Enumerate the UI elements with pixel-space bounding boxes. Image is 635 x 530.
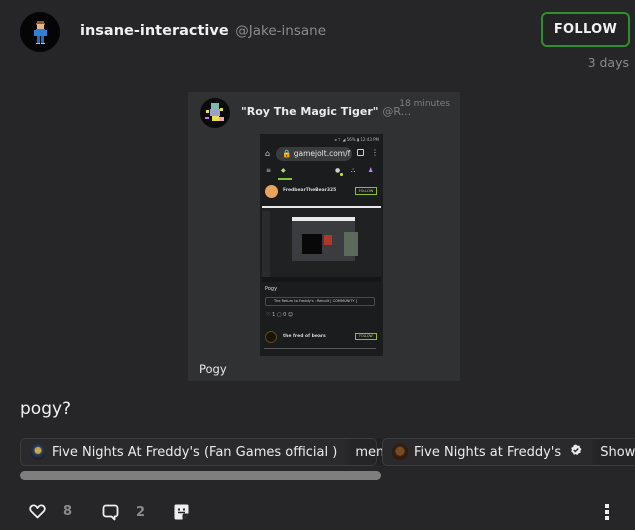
phone-post-user: FredbearTheBear325 FOLLOW xyxy=(264,185,379,201)
post-actions: 8 2 xyxy=(0,496,635,526)
sticker-icon xyxy=(174,504,189,520)
like-button[interactable]: 8 xyxy=(29,504,72,519)
user-avatar-icon: ♟ xyxy=(368,167,374,174)
phone-post-image xyxy=(262,206,381,282)
like-count[interactable]: 8 xyxy=(63,504,72,519)
sticker-button[interactable] xyxy=(173,503,190,521)
desktop-sidebar xyxy=(262,211,270,281)
phone-url-bar: ⌂ 🔒 gamejolt.com/f ⋮ xyxy=(263,146,380,162)
phone-user2-name: the fred of bears xyxy=(283,334,326,339)
phone-next-post-user: the fred of bears FOLLOW xyxy=(264,331,379,347)
phone-user-name: FredbearTheBear325 xyxy=(283,188,337,193)
community-chip[interactable]: Five Nights at Freddy's Show & xyxy=(382,438,635,466)
phone-url-text: gamejolt.com/f xyxy=(293,149,351,158)
home-icon: ⌂ xyxy=(265,149,271,158)
community-name[interactable]: Five Nights At Freddy's (Fan Games offic… xyxy=(52,445,343,460)
phone-nav-row: ≡ ◆ ● ⛬ ♟ xyxy=(260,164,383,180)
comment-count[interactable]: 2 xyxy=(136,505,145,520)
phone-screenshot: ◂ ⊤ ◢ 56% ▮ 12:43 PM ⌂ 🔒 gamejolt.com/f … xyxy=(260,134,383,356)
phone-community-tag: The Return to Freddy's : Rebuilt [ COMMU… xyxy=(265,297,375,306)
pixel-character-icon xyxy=(34,21,47,44)
desktop-thumbnail xyxy=(324,235,332,245)
desktop-video xyxy=(302,234,322,254)
community-chip[interactable]: Five Nights At Freddy's (Fan Games offic… xyxy=(20,438,412,466)
post-text: pogy? xyxy=(20,399,72,419)
quoted-author: "Roy The Magic Tiger" @R... xyxy=(241,105,411,118)
notification-dot xyxy=(340,173,343,176)
phone-follow-button-2: FOLLOW xyxy=(355,333,377,340)
chips-scrollbar[interactable] xyxy=(20,471,381,480)
phone-divider xyxy=(264,348,376,349)
menu-icon: ≡ xyxy=(266,167,272,174)
media-caption: Pogy xyxy=(199,362,227,376)
post-timestamp[interactable]: 3 days xyxy=(588,55,629,70)
comment-button[interactable]: 2 xyxy=(102,504,145,521)
author-avatar[interactable] xyxy=(20,12,60,52)
phone-follow-button: FOLLOW xyxy=(355,187,377,195)
more-vertical-icon xyxy=(605,504,609,520)
quoted-time: 18 minutes xyxy=(399,99,450,109)
quoted-author-avatar xyxy=(200,98,230,128)
heart-icon xyxy=(29,504,46,519)
more-options-button[interactable] xyxy=(604,503,610,521)
fnaf-fangames-community-icon xyxy=(30,444,46,460)
tiger-character-icon xyxy=(205,103,224,121)
browser-menu-icon: ⋮ xyxy=(371,148,379,157)
community-name-text: Five Nights at Freddy's xyxy=(414,445,562,460)
verified-icon xyxy=(570,444,582,456)
friends-icon: ⛬ xyxy=(351,167,356,174)
phone-url: 🔒 gamejolt.com/f xyxy=(276,147,352,161)
gamejolt-icon: ◆ xyxy=(281,167,286,174)
post-media-image[interactable]: "Roy The Magic Tiger" @R... 18 minutes ◂… xyxy=(188,92,460,381)
follow-button[interactable]: FOLLOW xyxy=(541,12,630,47)
community-name[interactable]: Five Nights at Freddy's xyxy=(414,444,588,460)
active-tab-underline xyxy=(278,178,292,180)
author-handle[interactable]: @Jake-insane xyxy=(235,23,326,39)
comment-icon xyxy=(102,504,119,521)
quoted-author-name: "Roy The Magic Tiger" xyxy=(241,105,379,118)
author-line[interactable]: insane-interactive @Jake-insane xyxy=(80,23,326,39)
community-chips[interactable]: Five Nights At Freddy's (Fan Games offic… xyxy=(20,438,635,467)
phone-post-text: Pogy xyxy=(265,286,278,292)
community-channel[interactable]: Show & xyxy=(588,439,635,465)
desktop-tiles xyxy=(344,232,358,256)
author-display-name[interactable]: insane-interactive xyxy=(80,23,229,39)
post-card: insane-interactive @Jake-insane FOLLOW 3… xyxy=(0,0,635,530)
fnaf-community-icon xyxy=(392,444,408,460)
tabs-icon xyxy=(357,149,364,156)
desktop-taskbar xyxy=(262,277,381,282)
phone-status-bar: ◂ ⊤ ◢ 56% ▮ 12:43 PM xyxy=(334,137,379,142)
phone-post-actions: ♡ 1 ▢ 0 ☺ xyxy=(266,312,294,318)
phone-user2-avatar xyxy=(265,331,277,343)
phone-user-avatar xyxy=(265,185,278,198)
